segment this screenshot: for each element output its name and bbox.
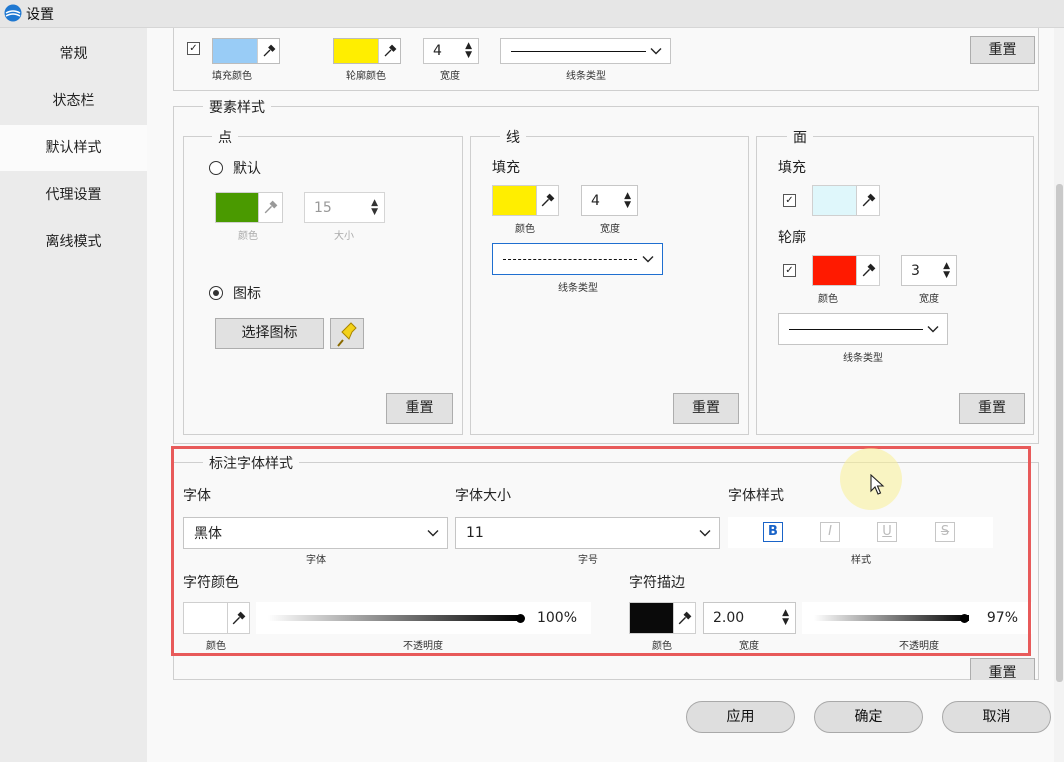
scrollbar-thumb[interactable] (1056, 184, 1063, 682)
point-reset-button[interactable]: 重置 (386, 393, 453, 424)
top-outline-swatch (334, 39, 378, 63)
cancel-button[interactable]: 取消 (942, 701, 1051, 733)
top-reset-button[interactable]: 重置 (970, 36, 1035, 64)
top-fill-swatch (213, 39, 257, 63)
polygon-fill-checkbox[interactable]: ✓ (783, 194, 796, 207)
polygon-width-spinner[interactable]: 3 ▲ ▼ (901, 255, 957, 286)
label-font-reset-button[interactable]: 重置 (970, 658, 1035, 680)
polygon-linetype-caption: 线条类型 (843, 353, 883, 364)
eyedropper-icon[interactable] (856, 256, 879, 285)
point-default-radio[interactable] (209, 161, 223, 175)
spin-arrows-icon[interactable]: ▲ ▼ (371, 198, 378, 217)
top-linetype-combo[interactable] (500, 38, 671, 64)
line-reset-button[interactable]: 重置 (673, 393, 739, 424)
point-size-caption: 大小 (334, 231, 354, 242)
title-bar (0, 0, 1064, 28)
polygon-linetype-combo[interactable] (778, 313, 948, 345)
polygon-width-caption: 宽度 (919, 294, 939, 305)
line-title: 线 (500, 127, 526, 147)
point-title: 点 (212, 127, 238, 147)
polygon-outline-color-picker[interactable] (812, 255, 880, 286)
sidebar-item-general[interactable]: 常规 (0, 31, 147, 77)
top-width-spinner[interactable]: 4 ▲ ▼ (423, 38, 479, 64)
eyedropper-icon[interactable] (536, 186, 558, 215)
line-width-caption: 宽度 (600, 224, 620, 235)
top-outline-caption: 轮廓颜色 (346, 71, 386, 82)
spin-arrows-icon[interactable]: ▲ ▼ (465, 42, 472, 60)
dashed-line-preview (503, 259, 637, 260)
line-fill-label: 填充 (492, 160, 520, 176)
sidebar-item-proxy[interactable]: 代理设置 (0, 172, 147, 218)
polygon-title: 面 (787, 127, 813, 147)
solid-line-preview (789, 329, 923, 330)
point-color-swatch (216, 193, 258, 222)
app-logo-icon (4, 4, 22, 22)
point-color-picker[interactable] (215, 192, 283, 223)
top-fill-caption: 填充颜色 (212, 71, 252, 82)
sidebar: 常规 状态栏 默认样式 代理设置 离线模式 (0, 28, 147, 762)
line-color-picker[interactable] (492, 185, 559, 216)
highlight-box (171, 446, 1031, 656)
chevron-down-icon (927, 321, 939, 337)
polygon-group (756, 136, 1034, 435)
polygon-fill-swatch (813, 186, 856, 215)
solid-line-preview (511, 51, 646, 52)
apply-button[interactable]: 应用 (686, 701, 795, 733)
top-width-value: 4 (433, 43, 442, 59)
line-color-swatch (493, 186, 536, 215)
line-linetype-combo[interactable] (492, 243, 663, 275)
sidebar-item-default-style[interactable]: 默认样式 (0, 125, 147, 171)
line-color-caption: 颜色 (515, 224, 535, 235)
ok-button[interactable]: 确定 (814, 701, 923, 733)
line-width-spinner[interactable]: 4 ▲ ▼ (581, 185, 638, 216)
polygon-color-caption: 颜色 (818, 294, 838, 305)
point-size-spinner[interactable]: 15 ▲ ▼ (304, 192, 385, 223)
top-outline-color-picker[interactable] (333, 38, 401, 64)
top-width-caption: 宽度 (440, 71, 460, 82)
spin-arrows-icon[interactable]: ▲ ▼ (624, 191, 631, 210)
polygon-fill-color-picker[interactable] (812, 185, 880, 216)
sidebar-item-offline[interactable]: 离线模式 (0, 219, 147, 265)
polygon-fill-label: 填充 (778, 160, 806, 176)
element-style-title: 要素样式 (203, 97, 271, 117)
chevron-down-icon (650, 43, 662, 59)
polygon-outline-checkbox[interactable]: ✓ (783, 264, 796, 277)
polygon-reset-button[interactable]: 重置 (959, 393, 1025, 424)
top-linetype-caption: 线条类型 (566, 71, 606, 82)
point-color-caption: 颜色 (238, 231, 258, 242)
polygon-outline-label: 轮廓 (778, 230, 806, 246)
pushpin-icon[interactable] (330, 318, 364, 349)
eyedropper-icon[interactable] (378, 39, 400, 63)
mouse-pointer-icon (870, 474, 885, 495)
sidebar-item-statusbar[interactable]: 状态栏 (0, 78, 147, 124)
line-width-value: 4 (591, 192, 600, 209)
top-fill-checkbox[interactable]: ✓ (187, 42, 200, 55)
window-title: 设置 (26, 7, 54, 23)
spin-arrows-icon[interactable]: ▲ ▼ (943, 261, 950, 280)
point-default-label: 默认 (233, 161, 261, 177)
point-icon-label: 图标 (233, 286, 261, 302)
eyedropper-icon[interactable] (258, 193, 282, 222)
polygon-width-value: 3 (911, 262, 920, 279)
eyedropper-icon[interactable] (856, 186, 879, 215)
point-size-value: 15 (314, 199, 332, 216)
chevron-down-icon (642, 251, 654, 267)
choose-icon-button[interactable]: 选择图标 (215, 318, 324, 349)
line-group (470, 136, 749, 435)
polygon-outline-swatch (813, 256, 856, 285)
top-fill-color-picker[interactable] (212, 38, 280, 64)
eyedropper-icon[interactable] (257, 39, 279, 63)
point-group (183, 136, 463, 435)
line-linetype-caption: 线条类型 (558, 283, 598, 294)
point-icon-radio[interactable] (209, 286, 223, 300)
